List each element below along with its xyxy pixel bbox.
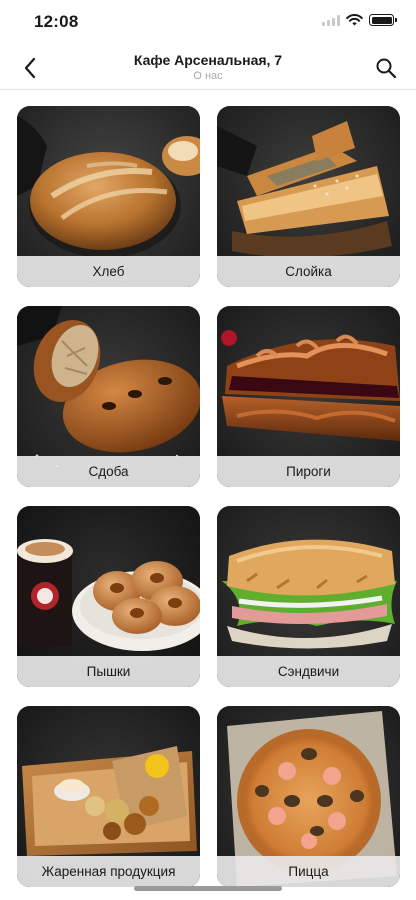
card-label: Жаренная продукция (41, 864, 176, 879)
card-label-bar: Хлеб (17, 256, 200, 287)
nav-title-block: Кафе Арсенальная, 7 О нас (60, 51, 356, 83)
search-button[interactable] (370, 52, 402, 84)
category-card-sandwiches[interactable]: Сэндвичи (217, 506, 400, 687)
category-card-fried-food[interactable]: Жаренная продукция (17, 706, 200, 887)
card-label-bar: Слойка (217, 256, 400, 287)
card-label-bar: Пышки (17, 656, 200, 687)
category-card-bread[interactable]: Хлеб (17, 106, 200, 287)
page-subtitle: О нас (193, 70, 223, 82)
chevron-left-icon (24, 57, 36, 79)
card-label-bar: Сдоба (17, 456, 200, 487)
category-card-sweet-bun[interactable]: Сдоба (17, 306, 200, 487)
page-title: Кафе Арсенальная, 7 (133, 52, 283, 68)
card-label: Сдоба (88, 464, 129, 479)
battery-icon (369, 14, 397, 26)
card-label-bar: Жаренная продукция (17, 856, 200, 887)
card-label-bar: Пицца (217, 856, 400, 887)
category-grid: Хлеб Слойка Сдоба Пироги Пышки Сэндвичи … (17, 106, 400, 887)
status-time: 12:08 (34, 12, 79, 31)
card-label-bar: Сэндвичи (217, 656, 400, 687)
wifi-icon (346, 14, 363, 26)
card-label: Слойка (285, 264, 332, 279)
card-label: Пышки (86, 664, 131, 679)
navigation-bar: Кафе Арсенальная, 7 О нас (0, 44, 416, 90)
category-card-puff-pastry[interactable]: Слойка (217, 106, 400, 287)
category-card-pizza[interactable]: Пицца (217, 706, 400, 887)
card-label: Сэндвичи (277, 664, 340, 679)
card-label: Пироги (286, 464, 331, 479)
status-icons (322, 14, 397, 26)
card-label: Хлеб (92, 264, 125, 279)
home-indicator[interactable] (134, 886, 282, 891)
status-bar: 12:08 (0, 0, 416, 44)
card-label-bar: Пироги (217, 456, 400, 487)
search-icon (376, 58, 397, 79)
category-card-donuts[interactable]: Пышки (17, 506, 200, 687)
back-button[interactable] (14, 52, 46, 84)
card-label: Пицца (288, 864, 329, 879)
cellular-signal-icon (322, 14, 340, 26)
category-card-pies[interactable]: Пироги (217, 306, 400, 487)
